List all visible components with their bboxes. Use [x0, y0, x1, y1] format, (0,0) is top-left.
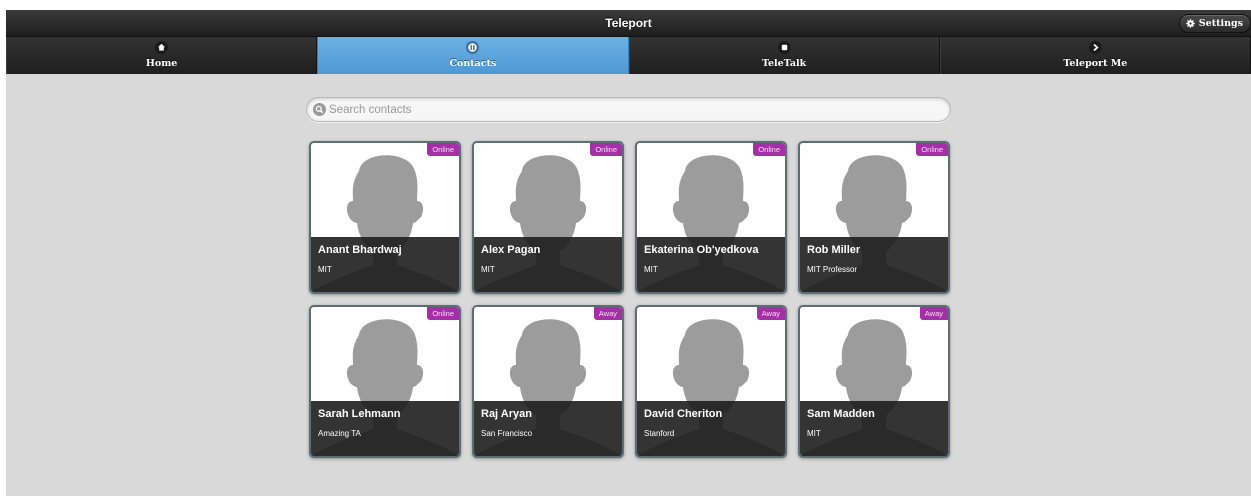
contact-card[interactable]: Ekaterina Ob'yedkova MIT Online — [635, 141, 787, 294]
status-badge: Away — [593, 307, 622, 320]
tab-contacts[interactable]: Contacts — [317, 37, 629, 74]
tab-teletalk-label: TeleTalk — [762, 58, 807, 69]
contact-subtitle: Stanford — [644, 429, 675, 438]
contacts-page: Anant Bhardwaj MIT Online Alex Pagan MIT… — [6, 74, 1251, 496]
tab-home[interactable]: Home — [6, 37, 318, 74]
gear-icon — [1186, 19, 1195, 28]
search-bar[interactable] — [306, 97, 951, 122]
contact-caption: Sarah Lehmann Amazing TA — [311, 401, 459, 456]
settings-label: Settings — [1198, 18, 1243, 29]
contact-subtitle: MIT Professor — [807, 265, 858, 274]
grid-icon — [466, 41, 480, 54]
contact-caption: Sam Madden MIT — [800, 401, 948, 456]
tab-home-label: Home — [145, 58, 178, 69]
contact-card[interactable]: Raj Aryan San Francisco Away — [472, 305, 624, 458]
contact-subtitle: MIT — [644, 265, 658, 274]
contact-card[interactable]: Sam Madden MIT Away — [798, 305, 950, 458]
search-input[interactable] — [329, 98, 929, 121]
contact-name: Raj Aryan — [481, 408, 532, 420]
contact-card[interactable]: David Cheriton Stanford Away — [635, 305, 787, 458]
nav-bar: Home Contacts TeleTalk Teleport Me — [6, 37, 1251, 74]
contact-subtitle: MIT — [807, 429, 821, 438]
square-icon — [777, 41, 791, 54]
status-badge: Online — [753, 143, 785, 156]
contact-name: Ekaterina Ob'yedkova — [644, 244, 759, 256]
contact-subtitle: MIT — [481, 265, 495, 274]
status-badge: Away — [919, 307, 948, 320]
contact-name: Sam Madden — [807, 408, 875, 420]
contact-subtitle: San Francisco — [481, 429, 533, 438]
contact-name: David Cheriton — [644, 408, 723, 420]
contact-card[interactable]: Anant Bhardwaj MIT Online — [309, 141, 461, 294]
contact-caption: David Cheriton Stanford — [637, 401, 785, 456]
contact-name: Alex Pagan — [481, 244, 541, 256]
tab-teletalk[interactable]: TeleTalk — [628, 37, 940, 74]
status-badge: Online — [916, 143, 948, 156]
home-icon — [155, 41, 169, 54]
contact-name: Sarah Lehmann — [318, 408, 401, 420]
contact-caption: Ekaterina Ob'yedkova MIT — [637, 237, 785, 292]
tab-contacts-label: Contacts — [449, 58, 497, 69]
contact-name: Rob Miller — [807, 244, 861, 256]
tab-teleport-me-label: Teleport Me — [1063, 58, 1128, 69]
title-bar: Teleport Settings — [6, 10, 1251, 37]
contact-card[interactable]: Rob Miller MIT Professor Online — [798, 141, 950, 294]
status-badge: Online — [427, 307, 459, 320]
chevron-right-icon — [1088, 41, 1102, 54]
tab-teleport-me[interactable]: Teleport Me — [939, 37, 1251, 74]
app-window: Teleport Settings Home Contacts TeleTalk… — [6, 10, 1251, 496]
contact-name: Anant Bhardwaj — [318, 244, 402, 256]
contact-subtitle: Amazing TA — [318, 429, 361, 438]
page-title: Teleport — [605, 16, 652, 30]
contact-caption: Rob Miller MIT Professor — [800, 237, 948, 292]
contact-subtitle: MIT — [318, 265, 332, 274]
contact-caption: Alex Pagan MIT — [474, 237, 622, 292]
contact-caption: Raj Aryan San Francisco — [474, 401, 622, 456]
contact-caption: Anant Bhardwaj MIT — [311, 237, 459, 292]
search-icon — [313, 103, 326, 116]
status-badge: Away — [756, 307, 785, 320]
contact-card[interactable]: Sarah Lehmann Amazing TA Online — [309, 305, 461, 458]
status-badge: Online — [590, 143, 622, 156]
settings-button[interactable]: Settings — [1178, 14, 1251, 33]
contact-card[interactable]: Alex Pagan MIT Online — [472, 141, 624, 294]
status-badge: Online — [427, 143, 459, 156]
